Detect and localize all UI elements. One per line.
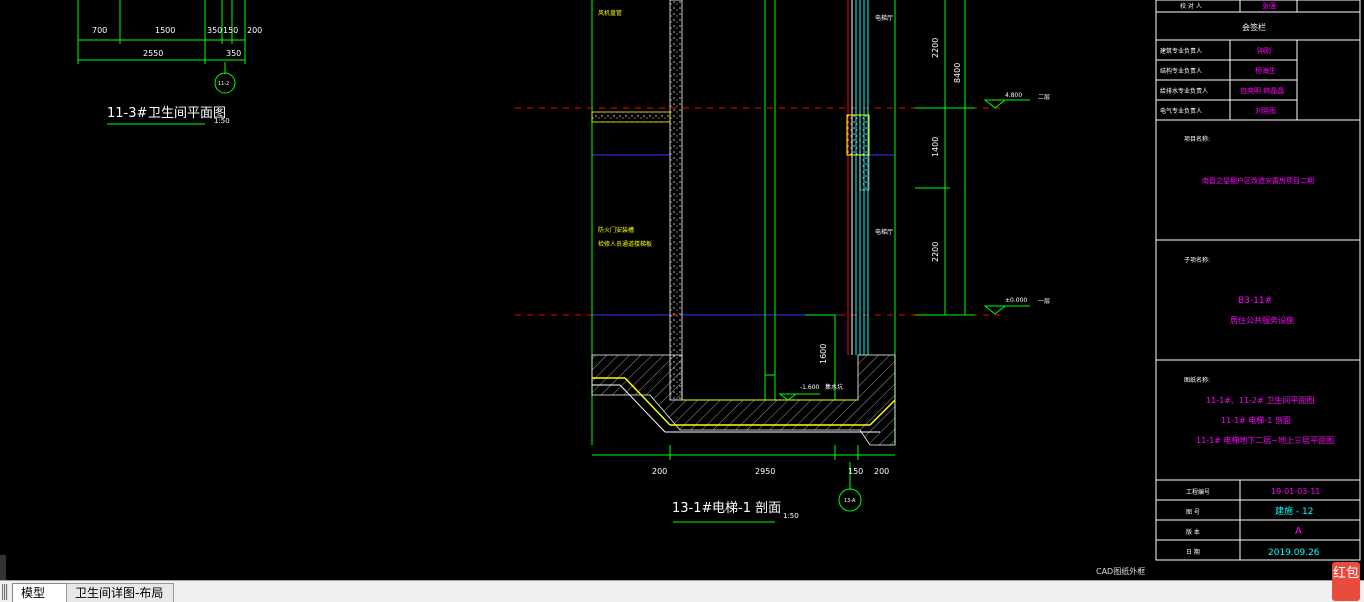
- plan-title-num: 11-3#: [107, 106, 147, 121]
- sign-label-4: 电气专业负责人: [1160, 107, 1202, 115]
- cad-drawing: 700 1500 350 150 200 2550 350 11-2 11-3#…: [77, 0, 1361, 561]
- info-value-1: 19-01-03-11: [1271, 487, 1320, 496]
- elevator-section: 风机盘管 防火门安装槽 检修人员通道楼梯板 电梯厅 电梯厅 4.800 二层 ±…: [515, 0, 1050, 523]
- dim-v3: 2200: [931, 242, 940, 262]
- sign-label-1: 建筑专业负责人: [1160, 47, 1202, 55]
- section-scale: 1:50: [783, 512, 799, 520]
- drawing-line-2: 11-1# 电梯-1 剖面: [1221, 415, 1291, 425]
- project-value: 南昌之星棚户区改造安置房项目二期: [1202, 176, 1314, 185]
- label-hall-top: 电梯厅: [875, 14, 893, 22]
- pit-label: 集水坑: [825, 383, 843, 391]
- vertical-scroll-strip[interactable]: [0, 555, 6, 580]
- sign-label-2: 结构专业负责人: [1160, 67, 1202, 75]
- project-label: 项目名称:: [1184, 135, 1210, 143]
- label-hall-mid: 电梯厅: [875, 228, 893, 236]
- info-label-2: 图 号: [1186, 509, 1200, 516]
- info-value-2: 建施 - 12: [1275, 505, 1313, 517]
- section-title-num: 13-1#: [672, 501, 712, 516]
- dim-bottom-3: 150: [848, 467, 863, 476]
- pit-elev: -1.600: [800, 384, 820, 391]
- dim-total: 8400: [953, 63, 962, 83]
- plan-scale: 1:50: [214, 117, 230, 125]
- dim-bottom-4: 200: [874, 467, 889, 476]
- elev-top: 4.800: [1005, 92, 1022, 99]
- plan-dim-3: 350: [207, 26, 222, 35]
- note-door-slot: 防火门安装槽: [598, 226, 634, 234]
- info-label-4: 日 期: [1186, 548, 1200, 556]
- plan-dim-2: 1500: [155, 26, 175, 35]
- red-packet-button[interactable]: 红包: [1332, 562, 1360, 601]
- elev-top-floor: 二层: [1038, 94, 1050, 101]
- drawing-line-1: 11-1#、11-2# 卫生间平面图: [1206, 395, 1314, 405]
- info-value-4: 2019.09.26: [1268, 548, 1320, 558]
- plan-dim-1: 700: [92, 26, 107, 35]
- elev-bottom-floor: 一层: [1038, 298, 1050, 305]
- drawing-line-3: 11-1# 电梯地下二层~地上三层平面图: [1196, 435, 1334, 445]
- dim-pit: 1600: [819, 344, 828, 364]
- info-label-1: 工程编号: [1186, 488, 1210, 496]
- tab-model[interactable]: 模型: [12, 583, 70, 602]
- tab-bathroom-layout[interactable]: 卫生间详图-布局: [66, 583, 174, 602]
- dim-v2: 1400: [931, 137, 940, 157]
- note-fan: 风机盘管: [598, 9, 622, 17]
- sign-value-2: 杨海生: [1255, 66, 1276, 75]
- title-block: 校 对 人 张强 会签栏 建筑专业负责人 钟刚 结构专业负责人 杨海生 给排水专…: [1155, 0, 1361, 561]
- check-value: 张强: [1262, 1, 1276, 10]
- info-value-3: A: [1295, 526, 1302, 537]
- note-stair-board: 检修人员通道楼梯板: [598, 240, 652, 248]
- sub-value-1: B3-11#: [1238, 296, 1272, 306]
- section-axis-label: 13-A: [844, 498, 856, 504]
- plan-dim-7: 350: [226, 49, 241, 58]
- bathroom-plan: 700 1500 350 150 200 2550 350 11-2 11-3#…: [77, 0, 262, 125]
- dim-bottom-2: 2950: [755, 467, 775, 476]
- sub-label: 子项名称:: [1184, 256, 1210, 264]
- dim-bottom-1: 200: [652, 467, 667, 476]
- info-label-3: 版 本: [1186, 528, 1200, 536]
- dim-v1: 2200: [931, 38, 940, 58]
- plan-axis-label: 11-2: [218, 81, 229, 87]
- plan-dim-6: 2550: [143, 49, 163, 58]
- plan-dim-4: 150: [223, 26, 238, 35]
- plan-dim-5: 200: [247, 26, 262, 35]
- cad-model-space[interactable]: 700 1500 350 150 200 2550 350 11-2 11-3#…: [0, 0, 1364, 580]
- sign-value-1: 钟刚: [1257, 46, 1271, 55]
- check-label: 校 对 人: [1180, 2, 1202, 10]
- frame-note: CAD图纸外框: [1096, 567, 1146, 576]
- elev-bottom: ±0.000: [1005, 297, 1027, 304]
- sign-value-3: 包奕明 韩晶晶: [1240, 86, 1284, 95]
- signature-title: 会签栏: [1242, 22, 1266, 32]
- section-title-text: 电梯-1 剖面: [712, 501, 781, 516]
- drawing-label: 图纸名称:: [1184, 376, 1210, 384]
- layout-tab-bar: 模型 卫生间详图-布局: [0, 580, 1364, 602]
- sign-label-3: 给排水专业负责人: [1160, 87, 1208, 95]
- sign-value-4: 刘晓雨: [1255, 106, 1276, 115]
- tab-grip-icon[interactable]: [2, 584, 8, 600]
- sub-value-2: 居住公共服务设施: [1230, 315, 1294, 325]
